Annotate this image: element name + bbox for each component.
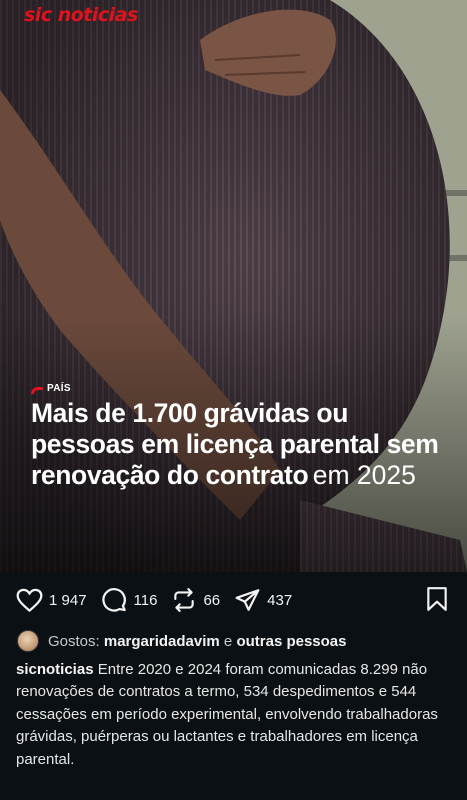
section-mark-icon: [31, 387, 43, 394]
likes-connector: e: [223, 632, 233, 650]
post-overlay: PAÍS Mais de 1.700 grávidas ou pessoas e…: [31, 383, 451, 491]
repost-icon: [174, 588, 195, 612]
comment-button[interactable]: 116: [101, 587, 158, 614]
headline-light: em 2025: [312, 460, 416, 490]
headline: Mais de 1.700 grávidas ou pessoas em lic…: [31, 398, 451, 491]
section-label: PAÍS: [47, 383, 71, 394]
avatar[interactable]: [17, 630, 39, 652]
share-button[interactable]: 437: [234, 587, 292, 613]
post-caption: sicnoticias Entre 2020 e 2024 foram comu…: [16, 659, 456, 771]
post-image[interactable]: sic noticias PAÍS Mais de 1.700 grávidas…: [0, 0, 467, 572]
like-button[interactable]: 1 947: [16, 588, 87, 613]
like-count: 1 947: [49, 591, 87, 609]
repost-count: 66: [203, 591, 221, 609]
caption-username[interactable]: sicnoticias: [16, 661, 94, 678]
likes-text: Gostos: margaridadavim e outras pessoas: [48, 633, 346, 650]
likes-prefix: Gostos:: [48, 632, 100, 650]
section-tag: PAÍS: [31, 383, 451, 394]
repost-button[interactable]: 66: [171, 587, 220, 613]
share-icon: [235, 589, 260, 611]
heart-icon: [16, 588, 43, 612]
bookmark-icon: [427, 587, 447, 611]
likes-others-link[interactable]: outras pessoas: [236, 633, 346, 650]
brand-logo: sic noticias: [24, 4, 138, 26]
share-count: 437: [267, 591, 293, 609]
comment-icon: [101, 587, 126, 612]
comment-count: 116: [133, 591, 158, 609]
save-button[interactable]: [425, 586, 449, 617]
liker-username[interactable]: margaridadavim: [104, 633, 220, 650]
likes-summary[interactable]: Gostos: margaridadavim e outras pessoas: [17, 630, 346, 652]
action-bar: 1 947 116 66 437: [0, 578, 467, 622]
